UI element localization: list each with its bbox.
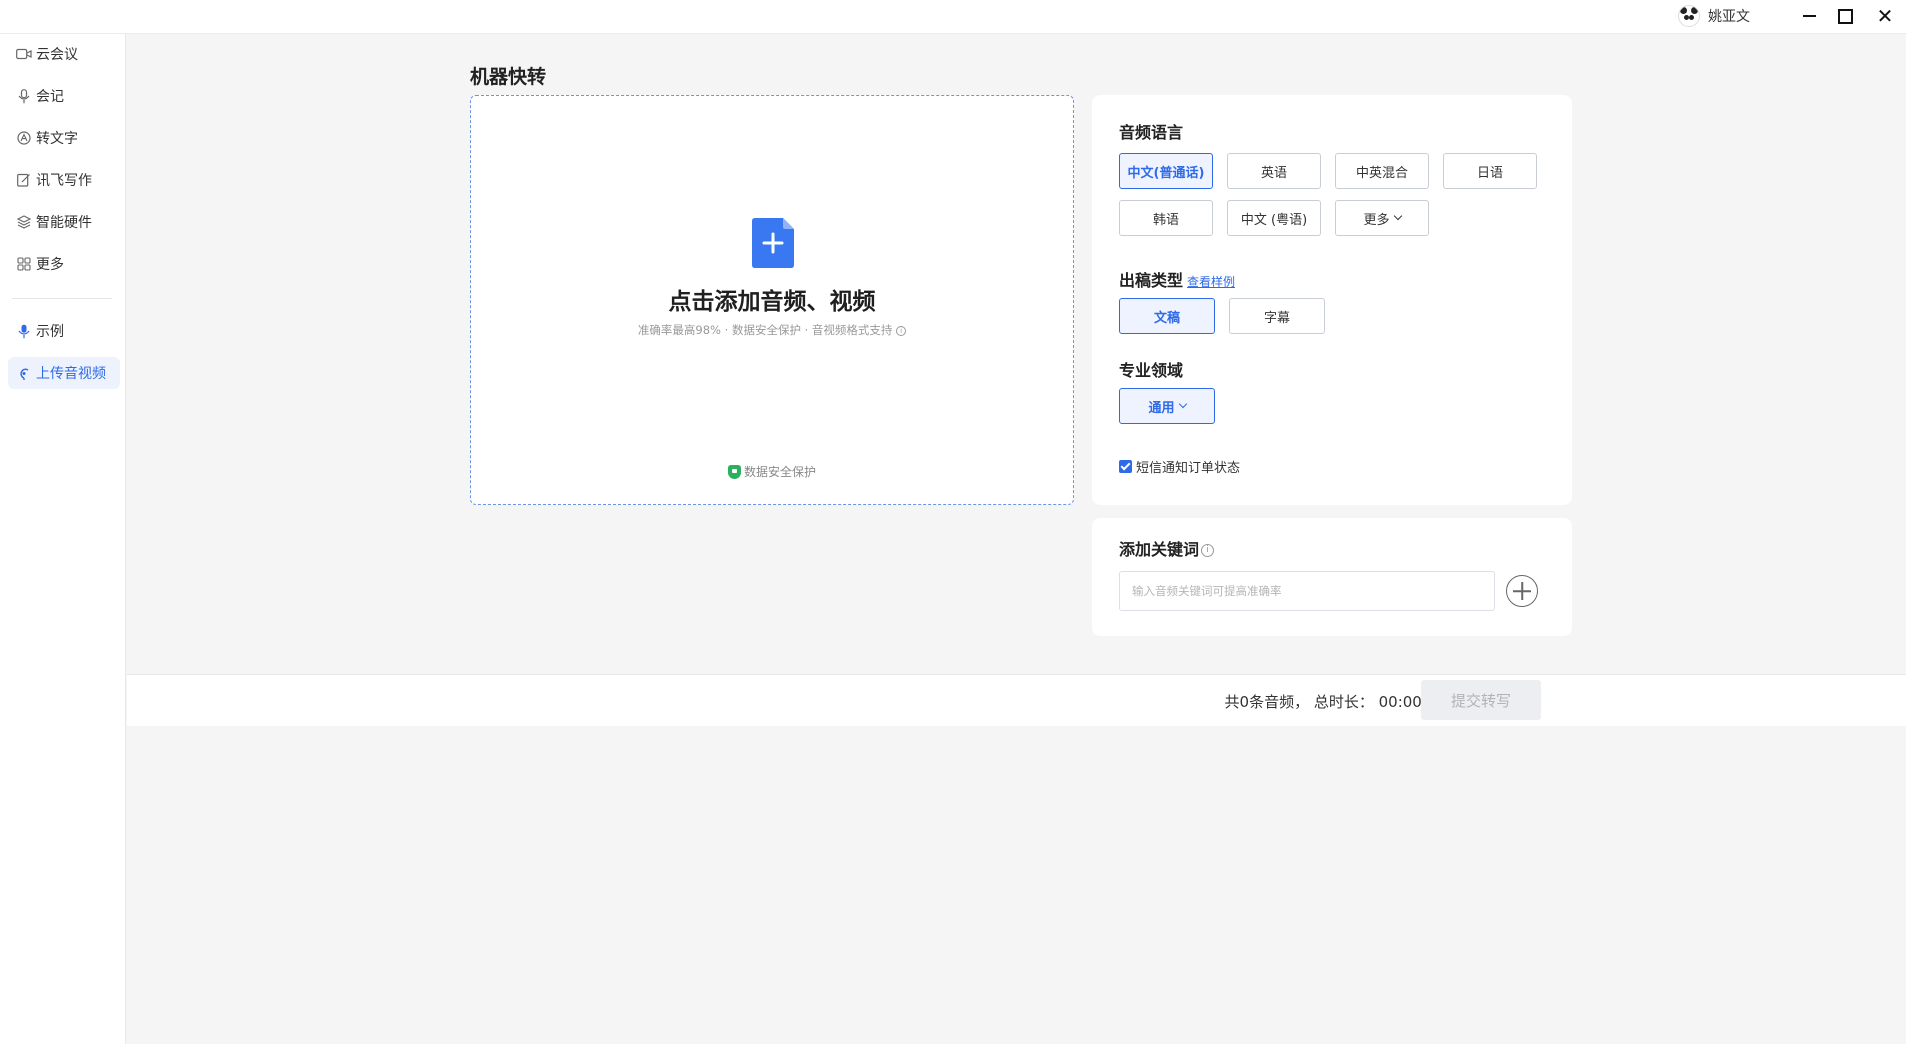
microphone-icon [16,88,32,104]
language-option-english[interactable]: 英语 [1227,153,1321,189]
sidebar-item-cloud-meeting[interactable]: 云会议 [8,38,120,70]
sidebar: 云会议 会记 转文字 讯飞写作 智能硬件 更多 示例 上传音视频 [0,34,126,1044]
upload-title: 点击添加音频、视频 [668,289,876,315]
options-panel: 音频语言 中文(普通话) 英语 中英混合 日语 韩语 中文 (粤语) 更多 出稿… [1092,95,1572,505]
sidebar-item-example[interactable]: 示例 [8,315,120,347]
upload-audio-icon [16,365,32,381]
language-option-korean[interactable]: 韩语 [1119,200,1213,236]
view-sample-link[interactable]: 查看样例 [1187,275,1235,289]
grid-icon [16,256,32,272]
sidebar-item-hardware[interactable]: 智能硬件 [8,206,120,238]
avatar [1678,5,1700,27]
domain-dropdown[interactable]: 通用 [1119,388,1215,424]
footer-bar: 共0条音频， 总时长： 00:00:00 提交转写 [127,674,1906,726]
sidebar-item-meeting-notes[interactable]: 会记 [8,80,120,112]
output-type-title: 出稿类型 查看样例 [1119,271,1236,290]
sidebar-item-transcribe[interactable]: 转文字 [8,122,120,154]
video-icon [16,46,32,62]
add-keyword-button[interactable] [1506,575,1538,607]
close-icon[interactable]: ✕ [1872,4,1898,28]
sidebar-divider [12,298,112,299]
minimize-icon[interactable] [1796,4,1822,28]
language-title: 音频语言 [1119,123,1184,142]
add-file-icon [752,218,794,268]
maximize-icon[interactable] [1832,4,1858,28]
sms-notify-checkbox[interactable]: 短信通知订单状态 [1119,457,1240,476]
submit-button[interactable]: 提交转写 [1421,680,1541,720]
title-bar: 姚亚文 ✕ [0,0,1906,34]
output-option-document[interactable]: 文稿 [1119,298,1215,334]
keywords-panel: 添加关键词 i [1092,518,1572,636]
user-menu[interactable]: 姚亚文 [1678,4,1750,28]
audio-summary: 共0条音频， 总时长： 00:00:00 [1224,693,1446,711]
upload-dropzone[interactable]: 点击添加音频、视频 准确率最高98% · 数据安全保护 · 音视频格式支持 i … [470,95,1074,505]
language-option-mandarin[interactable]: 中文(普通话) [1119,153,1213,189]
sidebar-item-more[interactable]: 更多 [8,248,120,280]
keywords-title: 添加关键词 i [1119,536,1215,560]
keyword-input[interactable] [1119,571,1495,611]
page-title: 机器快转 [470,66,547,88]
edit-icon [16,172,32,188]
output-option-subtitle[interactable]: 字幕 [1229,298,1325,334]
info-icon[interactable]: i [1201,544,1215,557]
language-option-japanese[interactable]: 日语 [1443,153,1537,189]
language-option-cantonese[interactable]: 中文 (粤语) [1227,200,1321,236]
security-note: 数据安全保护 [471,463,1073,480]
info-icon[interactable]: i [896,325,907,336]
checkbox-checked-icon [1119,460,1132,473]
sidebar-item-writing[interactable]: 讯飞写作 [8,164,120,196]
sidebar-item-upload[interactable]: 上传音视频 [8,357,120,389]
chevron-down-icon [1393,211,1402,221]
shield-icon [727,464,741,479]
microphone-icon [16,323,32,339]
domain-title: 专业领域 [1119,361,1184,380]
upload-subtitle: 准确率最高98% · 数据安全保护 · 音视频格式支持 i [471,322,1073,338]
language-option-mixed[interactable]: 中英混合 [1335,153,1429,189]
chevron-down-icon [1178,399,1187,409]
language-more-dropdown[interactable]: 更多 [1335,200,1429,236]
transcribe-icon [16,130,32,146]
layers-icon [16,214,32,230]
user-name: 姚亚文 [1708,9,1750,25]
